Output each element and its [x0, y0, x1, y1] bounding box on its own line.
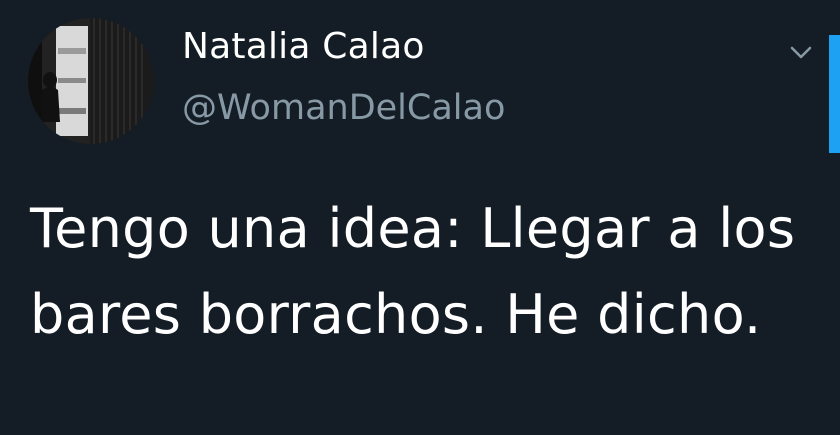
avatar-image [28, 18, 154, 144]
tweet-card: Natalia Calao @WomanDelCalao Tengo una i… [0, 0, 840, 435]
tweet-text: Tengo una idea: Llegar a los bares borra… [30, 197, 796, 346]
scrollbar[interactable] [829, 35, 840, 153]
display-name[interactable]: Natalia Calao [182, 26, 425, 67]
avatar[interactable] [28, 18, 154, 144]
user-handle[interactable]: @WomanDelCalao [182, 88, 505, 128]
chevron-down-icon[interactable] [786, 40, 816, 64]
